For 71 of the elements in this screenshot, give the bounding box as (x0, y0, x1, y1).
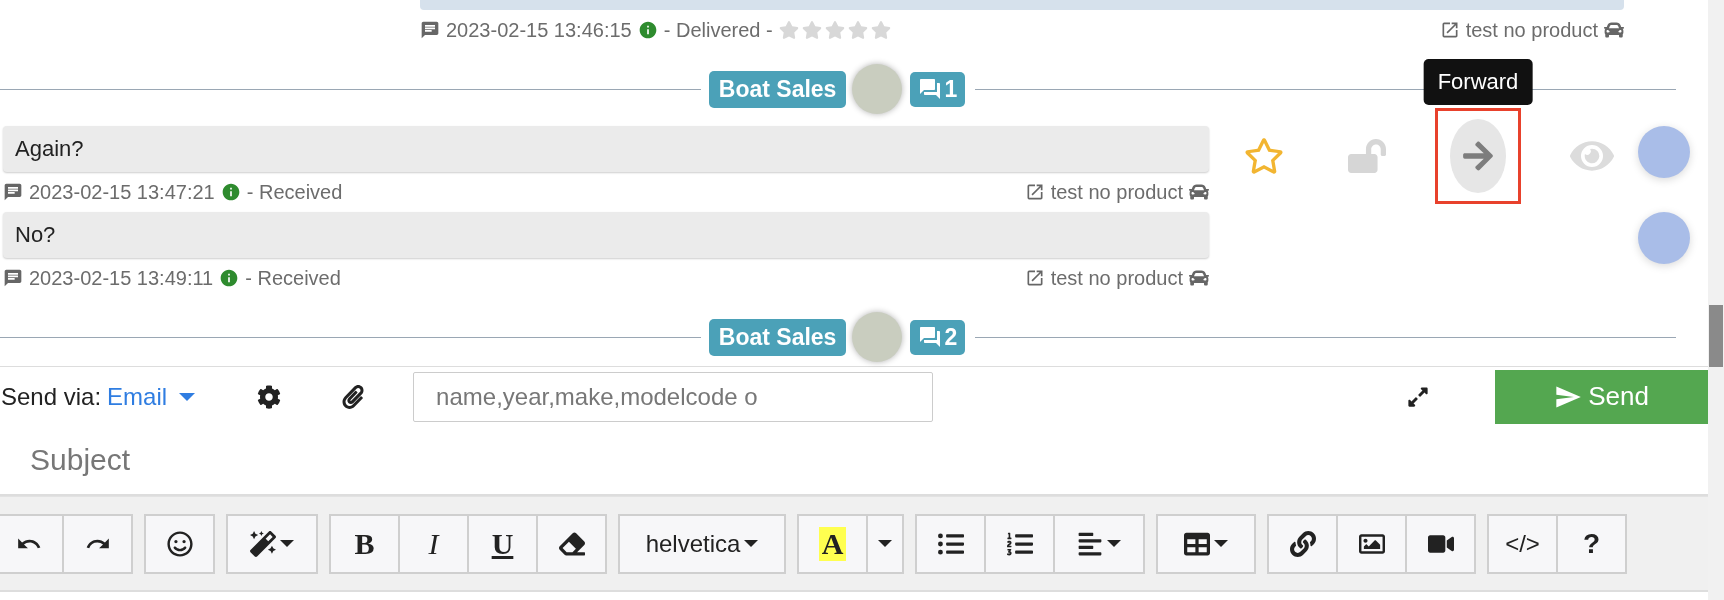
message-time: 2023-02-15 13:46:15 (446, 18, 632, 42)
star-icon (824, 20, 845, 40)
message-bubble: No? (3, 212, 1209, 258)
info-icon (220, 182, 241, 202)
star-icon (1244, 136, 1284, 176)
unlocked-padlock-icon (1348, 137, 1386, 175)
arrow-right-icon (1461, 139, 1495, 173)
product-link[interactable]: test no product (1050, 266, 1183, 290)
align-icon (1077, 530, 1103, 557)
message-time: 2023-02-15 13:47:21 (29, 180, 215, 204)
bullets-icon (937, 530, 964, 557)
magic-icon (250, 530, 276, 557)
caret-button[interactable] (866, 513, 904, 574)
italic-button[interactable]: I (398, 513, 469, 574)
input-field[interactable]: name,year,make,modelcode o (413, 371, 934, 422)
bold-button[interactable]: B (329, 513, 400, 574)
message-time: 2023-02-15 13:49:11 (29, 266, 214, 290)
table-button[interactable] (1156, 513, 1256, 574)
car-icon (1189, 268, 1209, 288)
car-icon (1604, 20, 1624, 40)
eraser-icon (558, 530, 585, 557)
caret-icon (179, 392, 196, 401)
message-status: - Delivered - (663, 18, 773, 42)
photo-placeholder (852, 312, 903, 362)
info-icon (219, 268, 240, 288)
magic-button[interactable] (226, 513, 318, 574)
avatar (1638, 212, 1690, 264)
conversation-icon (918, 325, 943, 349)
message-status: - Received (246, 180, 343, 204)
chat-icon (3, 182, 23, 202)
avatar (1638, 126, 1690, 178)
link-button[interactable] (1267, 513, 1338, 574)
car-icon (1189, 182, 1209, 202)
help-button[interactable]: ? (1556, 513, 1627, 574)
emoji-button[interactable] (144, 513, 215, 574)
code-button[interactable]: </> (1487, 513, 1558, 574)
department-tag: Boat Sales (708, 318, 847, 356)
department-tag: Boat Sales (708, 70, 847, 108)
font-button[interactable]: helvetica (618, 513, 786, 574)
undo-button[interactable] (0, 513, 64, 574)
table-icon (1184, 530, 1210, 557)
conversation-icon (918, 77, 943, 101)
link-icon (1289, 530, 1316, 557)
star-icon (801, 20, 822, 40)
chat-icon (420, 20, 440, 40)
star-icon (870, 20, 891, 40)
underline-button[interactable]: U (467, 513, 538, 574)
star-icon (778, 20, 799, 40)
info-icon (637, 20, 658, 40)
chat-icon (3, 268, 23, 288)
highlight-button[interactable]: A (797, 513, 868, 574)
photo-placeholder (852, 64, 903, 114)
tooltip: Forward (1423, 59, 1533, 105)
redo-button[interactable] (62, 513, 133, 574)
emoji-icon (166, 530, 193, 557)
channel-dropdown[interactable]: Email (101, 382, 202, 411)
eraser-button[interactable] (536, 513, 607, 574)
rating-stars[interactable] (778, 20, 891, 40)
scrollbar[interactable] (1708, 0, 1724, 600)
star-icon (847, 20, 868, 40)
message-status: - Received (245, 266, 341, 290)
align-button[interactable] (1053, 513, 1145, 574)
message-bubble: Again? (3, 126, 1209, 172)
product-link[interactable]: test no product (1465, 18, 1598, 42)
send-via-label: Send via: (1, 382, 102, 411)
product-link[interactable]: test no product (1050, 180, 1183, 204)
video-button[interactable] (1405, 513, 1476, 574)
numbers-icon (1006, 530, 1033, 557)
numbers-button[interactable] (984, 513, 1055, 574)
bullets-button[interactable] (915, 513, 986, 574)
image-button[interactable] (1336, 513, 1407, 574)
